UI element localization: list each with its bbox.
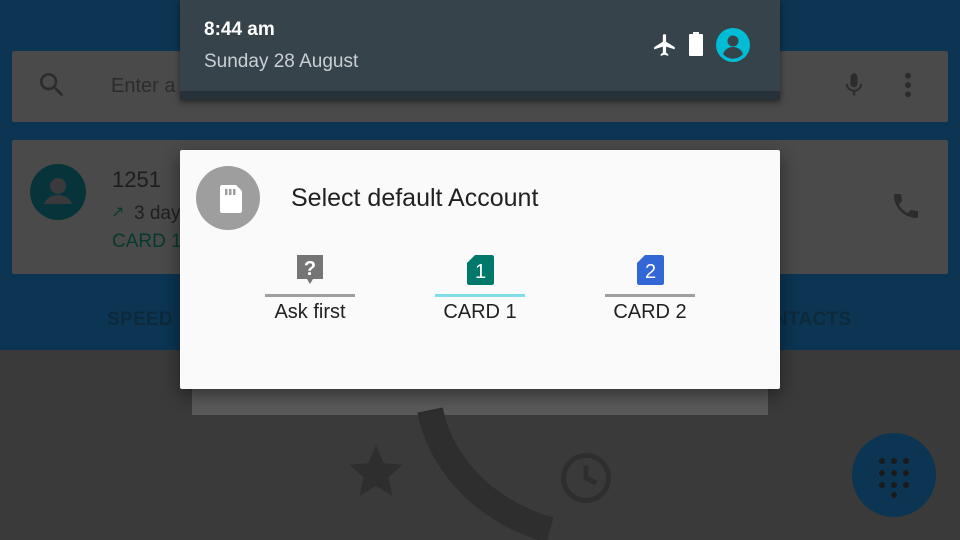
phone-icon <box>410 400 560 540</box>
overflow-menu-icon[interactable] <box>898 69 918 106</box>
card-2-label: CARD 2 <box>613 301 687 323</box>
ask-first-glyph: ? <box>304 258 316 280</box>
card-2-glyph: 2 <box>645 261 656 283</box>
tab-contacts[interactable]: NTACTS <box>774 309 851 331</box>
recent-call-card-label: CARD 1 <box>112 231 182 252</box>
recent-call-number: 1251 <box>112 167 161 192</box>
select-account-dialog: Select default Account ? Ask first 1 CAR… <box>180 150 780 389</box>
dialog-sim-badge <box>196 166 260 230</box>
shade-clock: 8:44 am <box>204 19 275 40</box>
ask-first-label: Ask first <box>274 301 346 323</box>
card-2-underline <box>605 294 695 297</box>
option-card-1[interactable]: 1 CARD 1 <box>435 253 525 343</box>
option-ask-first[interactable]: ? Ask first <box>265 253 355 343</box>
contact-avatar <box>30 164 86 220</box>
clock-icon <box>556 448 616 513</box>
search-input[interactable]: Enter a <box>111 75 175 98</box>
ask-first-underline <box>265 294 355 297</box>
search-icon[interactable] <box>36 69 68 106</box>
battery-icon <box>688 31 704 62</box>
notification-shade[interactable]: 8:44 am Sunday 28 August <box>180 0 780 100</box>
airplane-mode-icon <box>652 32 678 63</box>
tab-speed-dial[interactable]: SPEED <box>107 309 173 331</box>
card-1-label: CARD 1 <box>443 301 517 323</box>
recent-call-time: 3 day <box>134 203 181 224</box>
card-1-sim-icon: 1 <box>467 255 494 285</box>
card-1-glyph: 1 <box>475 261 486 283</box>
microphone-icon[interactable] <box>840 69 868 106</box>
ask-first-sim-icon: ? <box>297 255 323 284</box>
option-card-2[interactable]: 2 CARD 2 <box>605 253 695 343</box>
shade-date[interactable]: Sunday 28 August <box>204 51 358 73</box>
star-icon <box>344 440 408 509</box>
dialog-title: Select default Account <box>291 184 539 212</box>
card-1-underline <box>435 294 525 297</box>
shade-header: 8:44 am Sunday 28 August <box>180 0 780 91</box>
sim-card-icon <box>220 185 242 213</box>
outgoing-call-arrow-icon: ↗ <box>111 204 125 221</box>
card-2-sim-icon: 2 <box>637 255 664 285</box>
dialpad-fab[interactable] <box>852 433 936 517</box>
call-icon[interactable] <box>890 190 922 227</box>
account-icon[interactable] <box>716 28 750 67</box>
dialpad-icon <box>879 458 909 498</box>
